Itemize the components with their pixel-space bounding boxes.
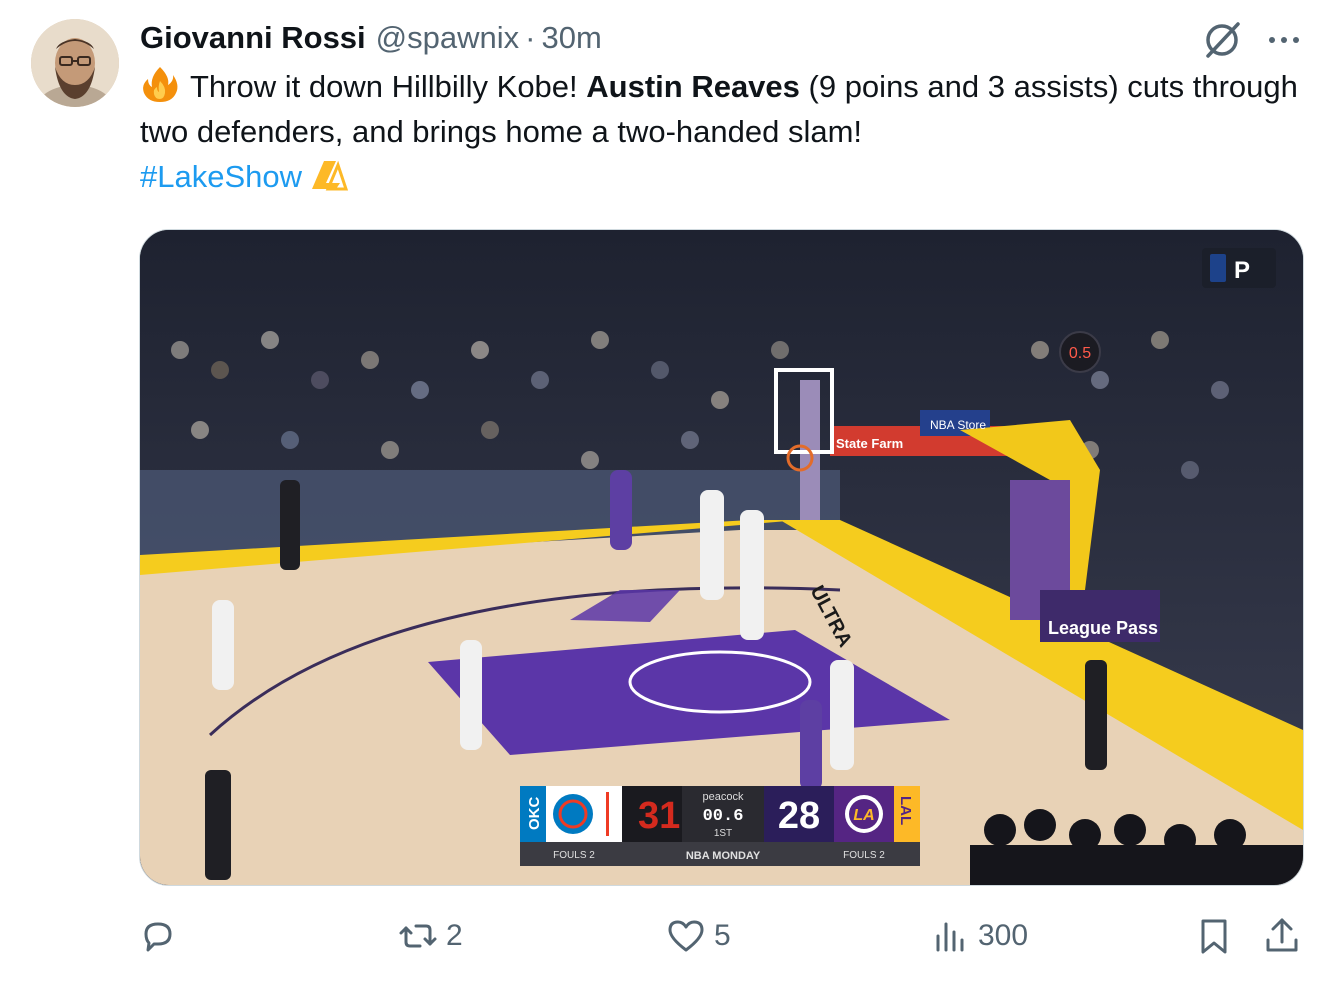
league-pass-sign: League Pass <box>1048 618 1158 638</box>
league-pass-badge: P <box>1234 257 1250 284</box>
statefarm-sign: State Farm <box>836 436 903 451</box>
grok-icon[interactable] <box>1200 18 1244 62</box>
share-icon <box>1266 918 1298 952</box>
tweet-header: Giovanni Rossi @spawnix · 30m <box>140 18 602 58</box>
sponsor-text: NBA MONDAY <box>686 850 761 862</box>
tweet-time[interactable]: 30m <box>541 20 601 56</box>
retweet-count: 2 <box>446 919 463 952</box>
reply-icon <box>144 922 172 952</box>
lakers-logo-icon <box>306 157 350 191</box>
home-score: 31 <box>638 795 680 837</box>
bookmark-icon <box>1201 919 1227 954</box>
views-count: 300 <box>978 919 1029 952</box>
heart-icon <box>668 920 704 952</box>
tweet-text: Throw it down Hillbilly Kobe! Austin Rea… <box>140 64 1310 199</box>
tweet-text-part1: Throw it down Hillbilly Kobe! <box>190 69 587 104</box>
like-count: 5 <box>714 919 731 952</box>
scorebug: OKC 31 peacock 00.6 1ST 28 LA LAL FOULS … <box>520 786 920 866</box>
author-handle[interactable]: @spawnix <box>376 20 519 56</box>
game-clock: 00.6 <box>703 807 744 826</box>
game-period: 1ST <box>714 828 732 839</box>
author-name[interactable]: Giovanni Rossi <box>140 20 366 56</box>
fire-icon <box>140 65 180 103</box>
avatar[interactable] <box>31 19 119 107</box>
retweet-icon <box>399 924 437 948</box>
svg-text:LA: LA <box>853 807 874 824</box>
away-fouls: FOULS 2 <box>843 850 885 861</box>
like-button[interactable]: 5 <box>666 906 731 966</box>
broadcaster-logo: peacock <box>703 791 744 803</box>
nba-store-sign: NBA Store <box>930 418 986 432</box>
views-icon <box>936 922 964 952</box>
shot-clock: 0.5 <box>1069 345 1091 362</box>
bookmark-button[interactable] <box>1194 906 1234 966</box>
share-button[interactable] <box>1262 906 1302 966</box>
views-button[interactable]: 300 <box>930 906 1028 966</box>
home-team-abbr: OKC <box>526 797 543 831</box>
home-fouls: FOULS 2 <box>553 850 595 861</box>
separator-dot: · <box>525 20 536 55</box>
mentioned-player: Austin Reaves <box>586 69 800 104</box>
away-team-abbr: LAL <box>897 796 914 825</box>
reply-button[interactable] <box>138 906 186 966</box>
retweet-button[interactable]: 2 <box>398 906 463 966</box>
tweet-action-bar: 2 5 300 <box>0 906 1334 966</box>
tweet-media-video[interactable]: P 0.5 State Farm NBA Store League Pass U… <box>139 229 1304 886</box>
away-score: 28 <box>778 795 820 837</box>
more-icon[interactable] <box>1262 26 1306 54</box>
hashtag-link[interactable]: #LakeShow <box>140 159 302 194</box>
